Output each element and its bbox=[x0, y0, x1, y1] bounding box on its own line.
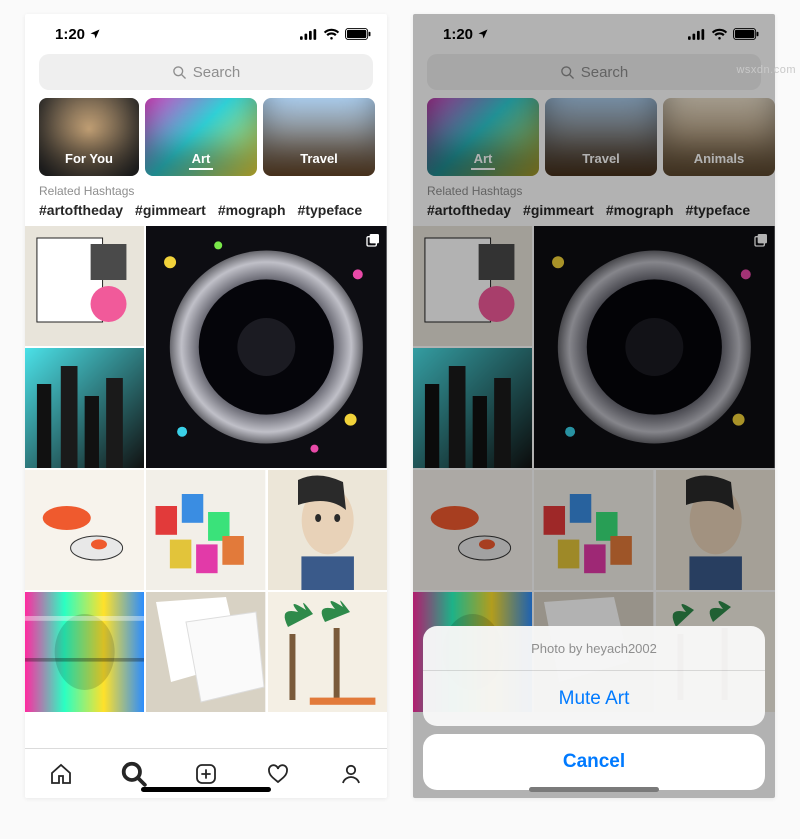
grid-post-featured[interactable] bbox=[146, 226, 387, 468]
search-placeholder: Search bbox=[193, 64, 241, 81]
action-sheet: Photo by heyach2002 Mute Art Cancel bbox=[423, 626, 765, 790]
tab-activity[interactable] bbox=[265, 761, 291, 787]
tab-profile[interactable] bbox=[338, 761, 364, 787]
grid-post[interactable] bbox=[268, 592, 387, 712]
home-indicator[interactable] bbox=[141, 787, 271, 792]
hashtag[interactable]: #artoftheday bbox=[39, 202, 123, 218]
home-indicator[interactable] bbox=[529, 787, 659, 792]
left-screen: 1:20 Search For You Art bbox=[25, 14, 387, 798]
location-icon bbox=[89, 28, 101, 40]
search-icon bbox=[172, 65, 187, 80]
category-for-you[interactable]: For You bbox=[39, 98, 139, 176]
explore-grid bbox=[25, 226, 387, 748]
grid-post[interactable] bbox=[146, 470, 265, 590]
battery-icon bbox=[345, 28, 371, 40]
category-art[interactable]: Art bbox=[145, 98, 257, 176]
related-label: Related Hashtags bbox=[39, 184, 373, 198]
status-time: 1:20 bbox=[55, 26, 85, 43]
category-label: Travel bbox=[300, 151, 338, 166]
grid-post[interactable] bbox=[25, 470, 144, 590]
wifi-icon bbox=[323, 28, 340, 40]
status-bar: 1:20 bbox=[25, 14, 387, 54]
related-hashtags: Related Hashtags #artoftheday #gimmeart … bbox=[25, 176, 387, 220]
tab-home[interactable] bbox=[48, 761, 74, 787]
category-label: Art bbox=[192, 151, 211, 166]
action-sheet-header: Photo by heyach2002 bbox=[423, 626, 765, 670]
grid-post[interactable] bbox=[146, 592, 265, 712]
right-screen: 1:20 Search Art Travel bbox=[413, 14, 775, 798]
cellular-icon bbox=[300, 29, 318, 40]
tab-add[interactable] bbox=[193, 761, 219, 787]
category-travel[interactable]: Travel bbox=[263, 98, 375, 176]
grid-post[interactable] bbox=[25, 348, 144, 468]
selected-indicator bbox=[189, 168, 213, 170]
action-cancel[interactable]: Cancel bbox=[423, 734, 765, 790]
category-label: For You bbox=[65, 151, 113, 166]
action-mute[interactable]: Mute Art bbox=[423, 670, 765, 726]
tab-explore[interactable] bbox=[121, 761, 147, 787]
search-input[interactable]: Search bbox=[39, 54, 373, 90]
hashtag[interactable]: #typeface bbox=[298, 202, 363, 218]
carousel-icon bbox=[365, 232, 381, 248]
watermark: wsxdn.com bbox=[736, 64, 796, 76]
grid-post[interactable] bbox=[25, 592, 144, 712]
hashtag[interactable]: #mograph bbox=[218, 202, 286, 218]
grid-post[interactable] bbox=[25, 226, 144, 346]
hashtag[interactable]: #gimmeart bbox=[135, 202, 206, 218]
grid-post[interactable] bbox=[268, 470, 387, 590]
category-strip[interactable]: For You Art Travel bbox=[25, 98, 387, 176]
